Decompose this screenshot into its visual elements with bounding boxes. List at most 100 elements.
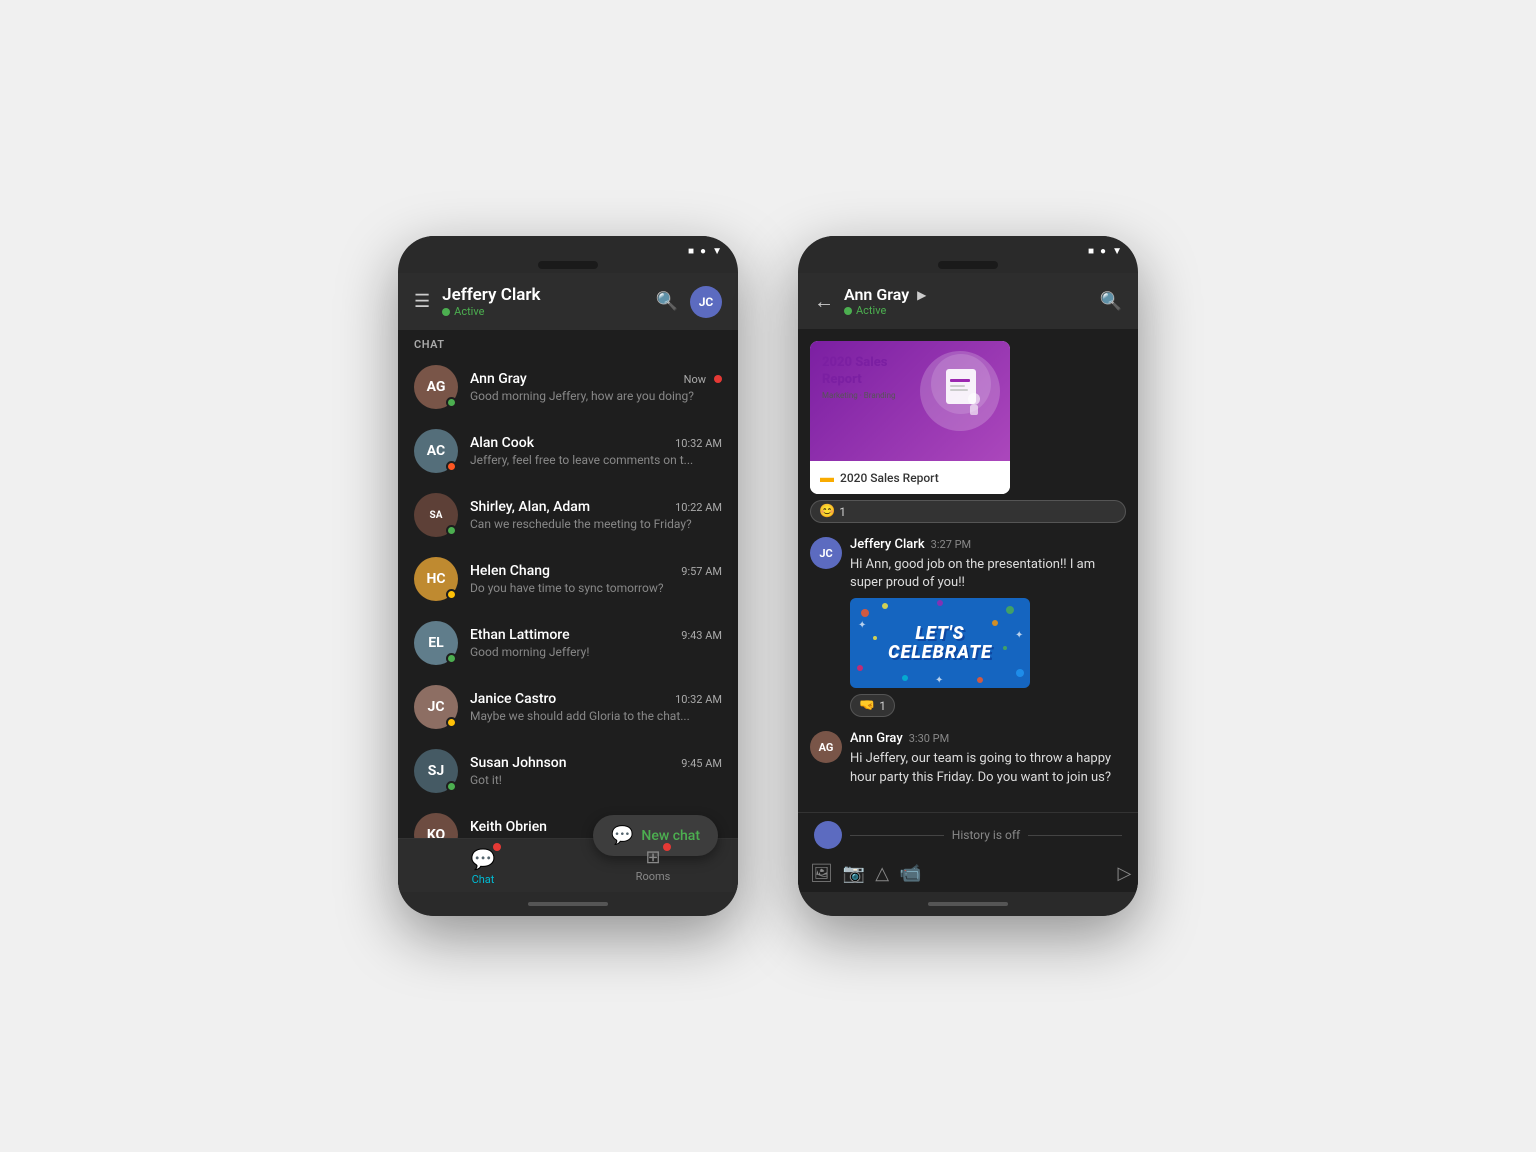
message-input[interactable]: [932, 866, 1108, 881]
right-status-bar: ■ ● ▼: [798, 236, 1138, 261]
chat-preview: Jeffery, feel free to leave comments on …: [470, 453, 722, 467]
status-dot: [446, 525, 457, 536]
chat-info: Janice Castro 10:32 AM Maybe we should a…: [470, 691, 722, 723]
video-icon[interactable]: 📹: [899, 863, 921, 884]
chat-preview: Good morning Jeffery, how are you doing?: [470, 389, 722, 403]
status-square: ■: [1088, 246, 1094, 257]
avatar-wrapper: KO: [414, 813, 458, 838]
contact-name: Helen Chang: [470, 563, 550, 579]
menu-icon[interactable]: ☰: [414, 291, 430, 312]
file-card-footer: ▬ 2020 Sales Report: [810, 461, 1010, 494]
chat-time: 10:32 AM: [675, 437, 722, 450]
history-off-row: History is off: [798, 813, 1138, 857]
sender-avatar: AG: [810, 731, 842, 763]
header-left: ☰ Jeffery Clark Active: [414, 285, 540, 318]
message-timestamp: 3:30 PM: [909, 732, 949, 745]
chat-info: Helen Chang 9:57 AM Do you have time to …: [470, 563, 722, 595]
nav-item-rooms[interactable]: ⊞ Rooms: [568, 839, 738, 892]
file-card[interactable]: 2020 Sales Report Marketing · Branding ▬…: [810, 341, 1010, 494]
messages-area: 2020 Sales Report Marketing · Branding ▬…: [798, 329, 1138, 812]
chat-info: Alan Cook 10:32 AM Jeffery, feel free to…: [470, 435, 722, 467]
status-dot: [446, 653, 457, 664]
user-avatar[interactable]: JC: [690, 286, 722, 318]
status-dot: [446, 781, 457, 792]
camera-icon[interactable]: 📷: [843, 863, 865, 884]
status-circle: ●: [1100, 246, 1106, 257]
list-item[interactable]: SA Shirley, Alan, Adam 10:22 AM Can we r…: [398, 483, 738, 547]
send-button[interactable]: ▷: [1118, 863, 1132, 884]
status-dot: [446, 589, 457, 600]
avatar-wrapper: SJ: [414, 749, 458, 793]
sender-name: Ann Gray: [850, 731, 903, 746]
list-item[interactable]: EL Ethan Lattimore 9:43 AM Good morning …: [398, 611, 738, 675]
name-row: Susan Johnson 9:45 AM: [470, 755, 722, 771]
contact-name: Susan Johnson: [470, 755, 567, 771]
chat-time: Now: [684, 373, 706, 386]
nav-item-chat[interactable]: 💬 Chat: [398, 839, 568, 892]
celebrate-image: ✦ ✦ ✦ LET'SCELEBRATE: [850, 598, 1030, 688]
status-dot: [446, 717, 457, 728]
file-thumbnail: 2020 Sales Report Marketing · Branding: [810, 341, 1010, 461]
contact-name: Janice Castro: [470, 691, 556, 707]
unread-badge: [714, 375, 722, 383]
history-divider: [850, 835, 944, 836]
sender-name: Jeffery Clark: [850, 537, 925, 552]
list-item[interactable]: SJ Susan Johnson 9:45 AM Got it!: [398, 739, 738, 803]
name-row: Helen Chang 9:57 AM: [470, 563, 722, 579]
chat-list: AG Ann Gray Now Good morning Jeffery, ho…: [398, 355, 738, 838]
list-item[interactable]: AG Ann Gray Now Good morning Jeffery, ho…: [398, 355, 738, 419]
chat-info: Susan Johnson 9:45 AM Got it!: [470, 755, 722, 787]
history-divider: [1028, 835, 1122, 836]
svg-text:✦: ✦: [935, 675, 943, 686]
svg-text:✦: ✦: [858, 620, 866, 631]
chat-time: 9:45 AM: [681, 757, 722, 770]
status-triangle: ▼: [712, 246, 722, 257]
name-row: Janice Castro 10:32 AM: [470, 691, 722, 707]
contact-name: Alan Cook: [470, 435, 534, 451]
header-title-block: Jeffery Clark Active: [442, 285, 540, 318]
sender-row: Ann Gray 3:30 PM: [850, 731, 1126, 746]
list-item[interactable]: HC Helen Chang 9:57 AM Do you have time …: [398, 547, 738, 611]
back-button[interactable]: ←: [814, 289, 834, 314]
list-item[interactable]: JC Janice Castro 10:32 AM Maybe we shoul…: [398, 675, 738, 739]
right-screen: ← Ann Gray ▶ Active 🔍: [798, 273, 1138, 892]
reaction-pill[interactable]: 😊 1: [810, 500, 1126, 523]
avatar-wrapper: SA: [414, 493, 458, 537]
status-dot: [446, 397, 457, 408]
rooms-nav-icon: ⊞: [645, 847, 660, 868]
image-picker-icon[interactable]: 🖼: [810, 863, 833, 884]
chat-time: 10:32 AM: [675, 693, 722, 706]
list-item[interactable]: AC Alan Cook 10:32 AM Jeffery, feel free…: [398, 419, 738, 483]
expand-icon[interactable]: ▶: [917, 288, 926, 302]
search-icon[interactable]: 🔍: [1100, 291, 1122, 312]
message-content: Ann Gray 3:30 PM Hi Jeffery, our team is…: [850, 731, 1126, 786]
home-bar: [528, 902, 608, 906]
chat-info: Ethan Lattimore 9:43 AM Good morning Jef…: [470, 627, 722, 659]
avatar-wrapper: AC: [414, 429, 458, 473]
chat-preview: Got it!: [470, 773, 722, 787]
reaction-pill[interactable]: 🤜 1: [850, 694, 895, 717]
status-square: ■: [688, 246, 694, 257]
left-status-bar: ■ ● ▼: [398, 236, 738, 261]
rooms-badge: [663, 843, 671, 851]
active-dot: [844, 307, 852, 315]
reaction-count: 1: [879, 699, 886, 713]
file-name: 2020 Sales Report: [840, 471, 939, 485]
status-circle: ●: [700, 246, 706, 257]
reaction-emoji: 😊: [819, 504, 835, 519]
phone-notch: [538, 261, 598, 269]
chat-time: 9:57 AM: [681, 565, 722, 578]
jeffery-message-block: JC Jeffery Clark 3:27 PM Hi Ann, good jo…: [810, 537, 1126, 717]
search-icon[interactable]: 🔍: [656, 291, 678, 312]
contact-name: Ann Gray: [470, 371, 527, 387]
section-label: CHAT: [398, 330, 738, 355]
active-label: Active: [454, 305, 484, 318]
phone-notch: [938, 261, 998, 269]
contact-name: Ann Gray: [844, 285, 909, 304]
contact-name: Ethan Lattimore: [470, 627, 570, 643]
drive-icon[interactable]: △: [875, 863, 889, 884]
chat-time: 9:43 AM: [681, 629, 722, 642]
avatar-wrapper: EL: [414, 621, 458, 665]
sender-row: Jeffery Clark 3:27 PM: [850, 537, 1126, 552]
avatar-wrapper: HC: [414, 557, 458, 601]
